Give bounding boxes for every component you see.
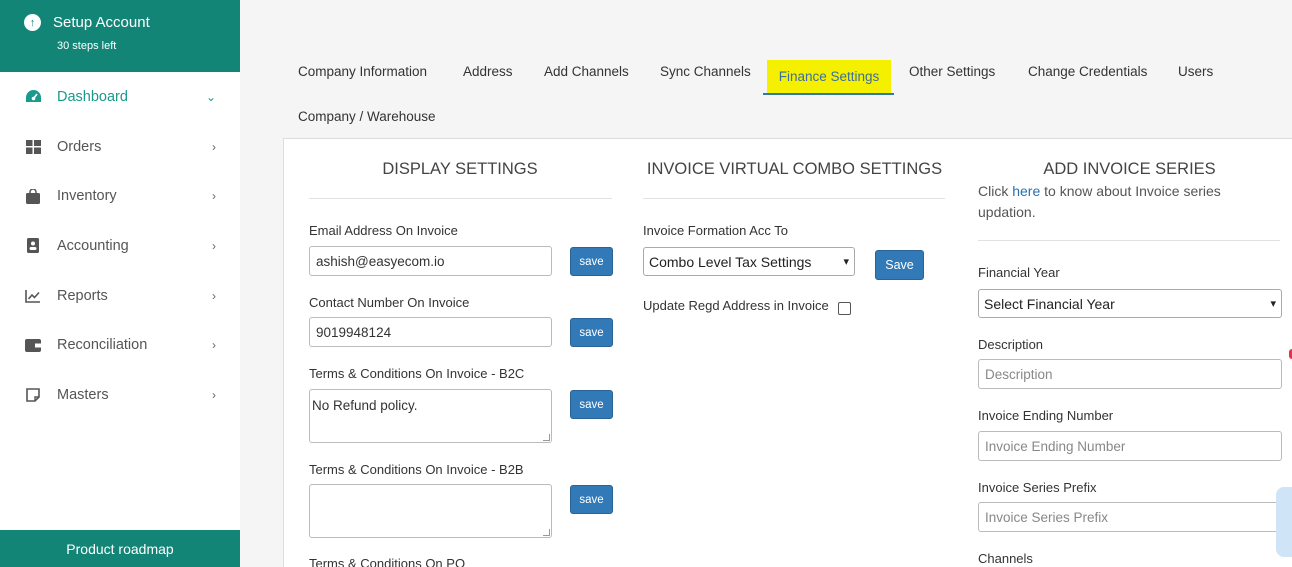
regd-address-label: Update Regd Address in Invoice [643, 298, 829, 313]
divider [978, 240, 1280, 241]
po-terms-label: Terms & Conditions On PO [309, 556, 466, 567]
b2b-terms-textarea[interactable] [309, 484, 552, 538]
ending-number-label: Invoice Ending Number [978, 408, 1114, 423]
description-input[interactable]: Description [978, 359, 1282, 389]
sidebar-item-dashboard[interactable]: Dashboard ⌄ [0, 72, 240, 122]
display-settings-title: DISPLAY SETTINGS [382, 160, 538, 178]
formation-selected-value: Combo Level Tax Settings [649, 253, 812, 270]
save-b2b-button[interactable]: save [570, 485, 613, 514]
b2c-terms-text: No Refund policy. [312, 398, 418, 413]
grid-icon [24, 138, 42, 156]
resize-grip-icon[interactable] [543, 529, 550, 536]
tab-company-information[interactable]: Company Information [298, 64, 427, 79]
email-input[interactable]: ashish@easyecom.io [309, 246, 552, 276]
chevron-right-icon: › [212, 139, 216, 154]
sidebar-item-reports[interactable]: Reports › [0, 271, 240, 321]
formation-select[interactable]: Combo Level Tax Settings ▾ [643, 247, 855, 276]
setup-account-banner[interactable]: ↑ Setup Account 30 steps left [0, 0, 240, 72]
email-label: Email Address On Invoice [309, 223, 458, 238]
tab-sync-channels[interactable]: Sync Channels [660, 64, 751, 79]
tab-company-warehouse[interactable]: Company / Warehouse [298, 109, 436, 124]
tab-change-credentials[interactable]: Change Credentials [1028, 64, 1147, 79]
save-email-button[interactable]: save [570, 247, 613, 276]
financial-year-select[interactable]: Select Financial Year ▾ [978, 289, 1282, 318]
combo-settings-title: INVOICE VIRTUAL COMBO SETTINGS [646, 160, 943, 178]
contact-label: Contact Number On Invoice [309, 295, 470, 310]
save-b2c-button[interactable]: save [570, 390, 613, 419]
chevron-right-icon: › [212, 189, 216, 204]
wallet-icon [24, 336, 42, 354]
regd-address-checkbox[interactable] [838, 302, 851, 315]
invoice-series-help: Click here to know about Invoice series u… [978, 183, 1221, 220]
tab-address[interactable]: Address [463, 64, 513, 79]
sidebar-item-label: Masters [57, 386, 109, 403]
invoice-series-title: ADD INVOICE SERIES [1043, 160, 1216, 178]
chevron-down-icon: ⌄ [205, 89, 216, 104]
description-label: Description [978, 337, 1044, 352]
divider [643, 198, 945, 199]
tab-finance-settings[interactable]: Finance Settings [767, 60, 891, 93]
sidebar-item-masters[interactable]: Masters › [0, 370, 240, 420]
sidebar-item-label: Inventory [57, 188, 117, 205]
sidebar-item-label: Reports [57, 287, 108, 304]
financial-year-selected-value: Select Financial Year [984, 295, 1115, 312]
divider [309, 198, 612, 199]
channels-label: Channels [978, 551, 1033, 566]
tab-add-channels[interactable]: Add Channels [544, 64, 629, 79]
chevron-right-icon: › [212, 338, 216, 353]
side-scroll-handle[interactable] [1276, 487, 1292, 557]
sidebar-item-accounting[interactable]: Accounting › [0, 221, 240, 271]
sidebar-item-label: Reconciliation [57, 337, 148, 354]
save-contact-button[interactable]: save [570, 318, 613, 347]
dashboard-icon [24, 88, 42, 106]
resize-grip-icon[interactable] [543, 434, 550, 441]
series-prefix-label: Invoice Series Prefix [978, 480, 1097, 495]
chart-icon [24, 287, 42, 305]
chevron-down-icon: ▾ [1270, 298, 1276, 310]
sidebar: ↑ Setup Account 30 steps left Dashboard … [0, 0, 240, 567]
sidebar-item-label: Accounting [57, 237, 129, 254]
setup-steps-left: 30 steps left [57, 40, 117, 52]
note-icon [24, 386, 42, 404]
chevron-right-icon: › [212, 238, 216, 253]
b2c-terms-label: Terms & Conditions On Invoice - B2C [309, 366, 525, 381]
tab-users[interactable]: Users [1178, 64, 1213, 79]
tab-other-settings[interactable]: Other Settings [909, 64, 995, 79]
series-prefix-input[interactable]: Invoice Series Prefix [978, 502, 1282, 532]
chevron-right-icon: › [212, 288, 216, 303]
chevron-down-icon: ▾ [843, 256, 849, 268]
b2b-terms-label: Terms & Conditions On Invoice - B2B [309, 462, 524, 477]
sidebar-item-label: Orders [57, 138, 102, 155]
contact-book-icon [24, 237, 42, 255]
product-roadmap-button[interactable]: Product roadmap [0, 530, 240, 567]
sidebar-item-label: Dashboard [57, 88, 128, 105]
setup-account-title: Setup Account [53, 14, 150, 31]
contact-input[interactable]: 9019948124 [309, 317, 552, 347]
financial-year-label: Financial Year [978, 265, 1060, 280]
here-link[interactable]: here [1012, 183, 1040, 199]
finance-settings-panel: DISPLAY SETTINGS Email Address On Invoic… [283, 138, 1292, 567]
arrow-up-circle-icon: ↑ [24, 14, 41, 31]
sidebar-item-orders[interactable]: Orders › [0, 122, 240, 172]
sidebar-item-inventory[interactable]: Inventory › [0, 171, 240, 221]
sidebar-nav: Dashboard ⌄ Orders › Inventory › Account… [0, 72, 240, 420]
sidebar-item-reconciliation[interactable]: Reconciliation › [0, 320, 240, 370]
formation-label: Invoice Formation Acc To [643, 223, 788, 238]
b2c-terms-textarea[interactable]: No Refund policy. [309, 389, 552, 443]
ending-number-input[interactable]: Invoice Ending Number [978, 431, 1282, 461]
active-tab-underline [763, 93, 894, 95]
save-formation-button[interactable]: Save [875, 250, 924, 280]
chevron-right-icon: › [212, 387, 216, 402]
bag-icon [24, 187, 42, 205]
